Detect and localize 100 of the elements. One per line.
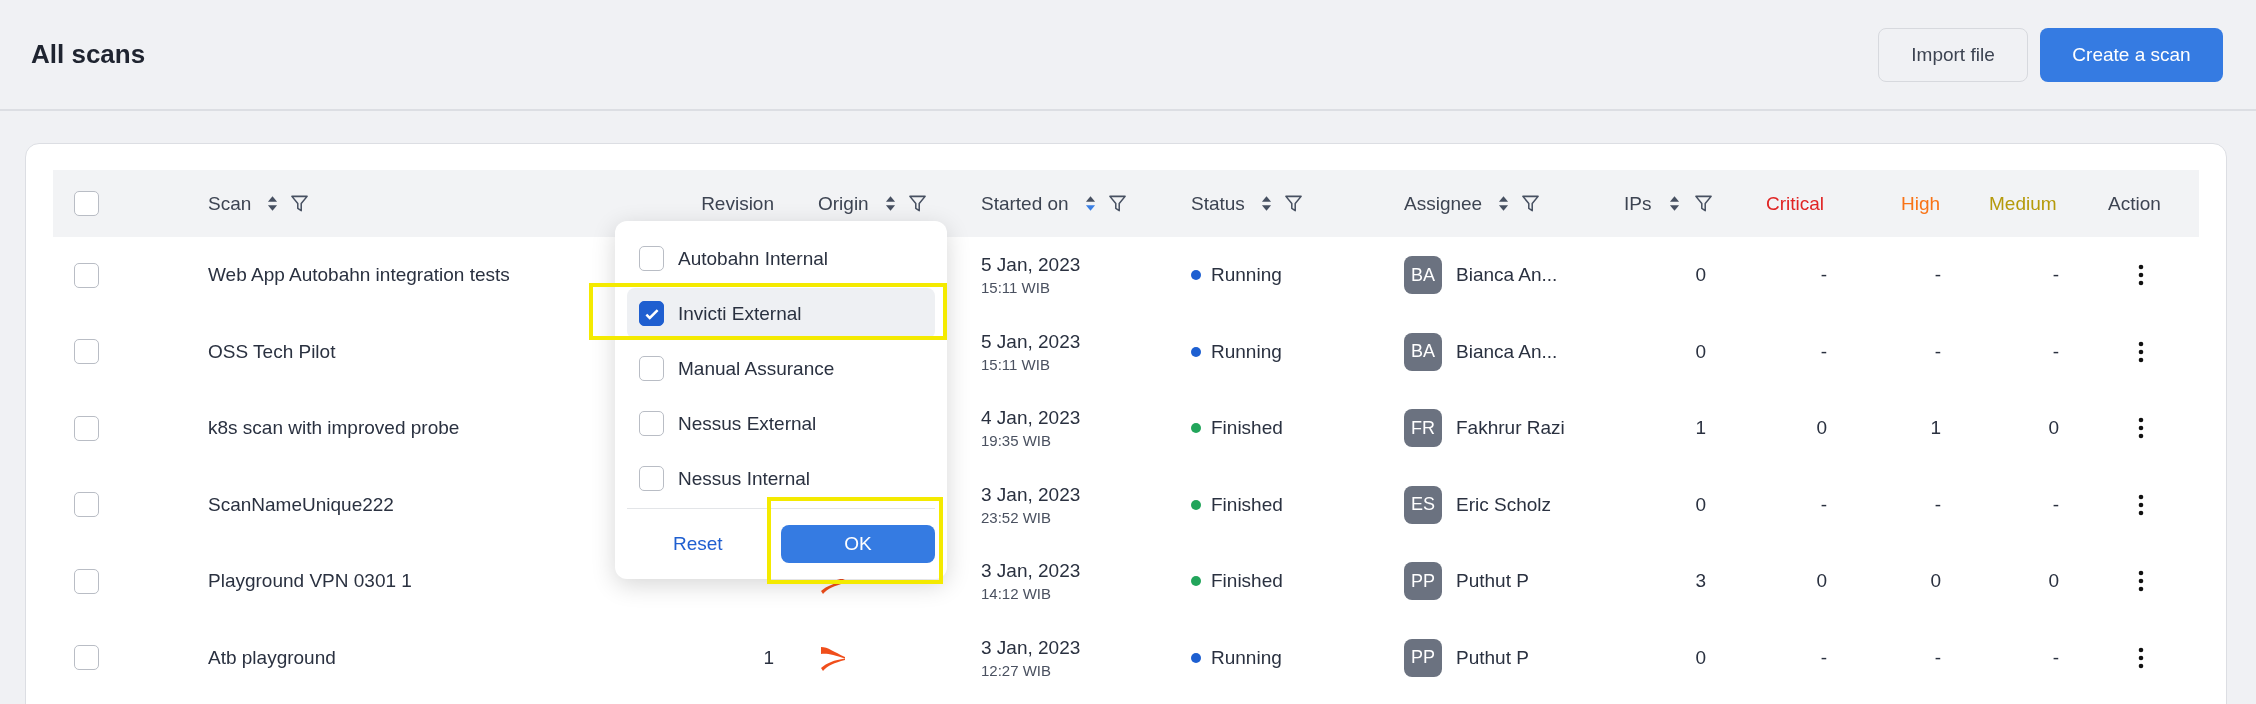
start-date: 3 Jan, 2023 [981, 560, 1081, 583]
scan-name: Atb playground [208, 646, 336, 669]
count-value: 0 [1816, 570, 1827, 593]
option-label: Autobahn Internal [678, 247, 828, 270]
count-value: 0 [1695, 264, 1706, 287]
sort-icon[interactable] [1669, 195, 1681, 212]
column-header: High [1901, 192, 1941, 215]
filter-option[interactable]: Nessus External [627, 398, 935, 449]
row-checkbox[interactable] [74, 262, 99, 288]
status-label: Finished [1211, 570, 1283, 593]
column-header: Action [2108, 192, 2161, 215]
count-value: - [2052, 646, 2059, 669]
filter-icon[interactable] [1283, 194, 1303, 213]
count-value: - [1934, 493, 1941, 516]
filter-option[interactable]: Invicti External [627, 288, 935, 339]
count-value: 0 [1930, 570, 1941, 593]
more-options-icon[interactable] [2138, 493, 2144, 516]
avatar-initials: PP [1404, 562, 1442, 601]
option-checkbox[interactable] [639, 301, 664, 326]
start-date: 3 Jan, 2023 [981, 636, 1081, 659]
sort-icon[interactable] [1260, 195, 1272, 212]
start-date: 4 Jan, 2023 [981, 407, 1081, 430]
count-value: - [2052, 264, 2059, 287]
scan-name: k8s scan with improved probe [208, 417, 460, 440]
column-header: Medium [1989, 192, 2057, 215]
option-label: Manual Assurance [678, 357, 835, 380]
count-value: - [1820, 340, 1827, 363]
count-value: 0 [1816, 417, 1827, 440]
column-header: Started on [981, 192, 1069, 215]
sort-icon[interactable] [1498, 195, 1510, 212]
column-header: Origin [818, 192, 869, 215]
assignee-name: Puthut P [1456, 646, 1529, 669]
sort-icon[interactable] [267, 195, 279, 212]
column-header: Status [1191, 192, 1245, 215]
assignee-name: Bianca An... [1456, 264, 1558, 287]
column-header: Revision [701, 192, 774, 215]
more-options-icon[interactable] [2138, 570, 2144, 593]
count-value: - [2052, 493, 2059, 516]
option-checkbox[interactable] [639, 246, 664, 271]
option-label: Invicti External [678, 302, 802, 325]
column-header: Assignee [1404, 192, 1483, 215]
scan-name: ScanNameUnique222 [208, 493, 394, 516]
avatar-initials: PP [1404, 638, 1442, 677]
ok-button[interactable]: OK [781, 525, 935, 563]
column-header: Critical [1766, 192, 1825, 215]
count-value: - [1820, 493, 1827, 516]
count-value: - [1934, 340, 1941, 363]
assignee-name: Bianca An... [1456, 340, 1558, 363]
select-all-checkbox[interactable] [74, 191, 99, 216]
row-checkbox[interactable] [74, 492, 99, 518]
option-label: Nessus External [678, 412, 817, 435]
revision-number: 1 [763, 646, 774, 669]
start-time: 23:52 WIB [981, 508, 1052, 526]
reset-link[interactable]: Reset [667, 529, 729, 559]
start-date: 5 Jan, 2023 [981, 254, 1081, 277]
row-checkbox[interactable] [74, 645, 99, 671]
start-time: 19:35 WIB [981, 432, 1052, 450]
count-value: 0 [2048, 417, 2059, 440]
more-options-icon[interactable] [2138, 417, 2144, 440]
start-date: 3 Jan, 2023 [981, 483, 1081, 506]
filter-icon[interactable] [1107, 194, 1127, 213]
option-checkbox[interactable] [639, 356, 664, 381]
row-checkbox[interactable] [74, 568, 99, 594]
status-label: Finished [1211, 417, 1283, 440]
row-checkbox[interactable] [74, 415, 99, 441]
count-value: 3 [1695, 570, 1706, 593]
count-value: 0 [2048, 570, 2059, 593]
option-checkbox[interactable] [639, 466, 664, 491]
scan-name: Playground VPN 0301 1 [208, 570, 412, 593]
count-value: - [1820, 646, 1827, 669]
count-value: 1 [1930, 417, 1941, 440]
status-label: Running [1211, 646, 1282, 669]
count-value: - [1934, 264, 1941, 287]
row-checkbox[interactable] [74, 339, 99, 365]
count-value: - [1934, 646, 1941, 669]
more-options-icon[interactable] [2138, 646, 2144, 669]
create-button[interactable]: Create a scan [2040, 27, 2223, 82]
filter-icon[interactable] [1521, 194, 1541, 213]
count-value: 0 [1695, 493, 1706, 516]
filter-icon[interactable] [907, 194, 927, 213]
filter-option[interactable]: Manual Assurance [627, 343, 935, 394]
more-options-icon[interactable] [2138, 340, 2144, 363]
count-value: 0 [1695, 340, 1706, 363]
filter-icon[interactable] [1694, 194, 1714, 213]
avatar-initials: FR [1404, 409, 1442, 448]
start-time: 12:27 WIB [981, 661, 1052, 679]
filter-icon[interactable] [290, 194, 310, 213]
sort-icon[interactable] [1084, 195, 1096, 212]
more-options-icon[interactable] [2138, 264, 2144, 287]
option-checkbox[interactable] [639, 411, 664, 436]
sort-icon[interactable] [884, 195, 896, 212]
assignee-name: Eric Scholz [1456, 493, 1552, 516]
import-button[interactable]: Import file [1878, 27, 2028, 82]
avatar-initials: BA [1404, 256, 1442, 295]
filter-option[interactable]: Autobahn Internal [627, 233, 935, 284]
start-time: 15:11 WIB [981, 279, 1050, 297]
status-label: Finished [1211, 493, 1283, 516]
avatar-initials: BA [1404, 332, 1442, 371]
assignee-name: Fakhrur Razi [1456, 417, 1565, 440]
filter-option[interactable]: Nessus Internal [627, 453, 935, 504]
